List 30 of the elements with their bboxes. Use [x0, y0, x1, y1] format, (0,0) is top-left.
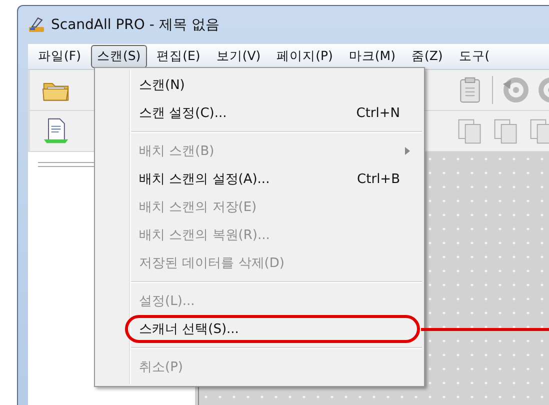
shortcut-label: Ctrl+N	[356, 106, 400, 120]
menu-item-label: 스캔(N)	[139, 77, 185, 94]
menu-item-label: 취소(P)	[139, 359, 183, 376]
menu-item-label: 설정(L)...	[139, 293, 195, 310]
menu-item-label: 배치 스캔(B)	[139, 143, 214, 160]
menu-item-label: 스캔 설정(C)...	[139, 105, 227, 122]
menu-item-label: 배치 스캔의 저장(E)	[139, 199, 257, 216]
menu-item[interactable]: 보기(V)	[210, 45, 267, 68]
menu-item[interactable]: 스캔(S)	[90, 45, 147, 68]
menu-item[interactable]: 스캐너 선택(S)...	[95, 315, 424, 343]
menu-item[interactable]: 마크(M)	[342, 45, 402, 68]
menu-item[interactable]: 배치 스캔의 설정(A)... Ctrl+B	[95, 165, 424, 193]
menu-item-label: 배치 스캔의 복원(R)...	[139, 227, 270, 244]
menu-item[interactable]: 도구(	[452, 45, 496, 68]
menu-item-label: 스캐너 선택(S)...	[139, 321, 239, 338]
submenu-arrow-icon	[405, 147, 410, 155]
undo-icon[interactable]	[501, 76, 529, 104]
menu-item[interactable]: 파일(F)	[32, 45, 87, 68]
documents-icon[interactable]	[528, 117, 549, 145]
menu-item[interactable]: 줌(Z)	[405, 45, 449, 68]
shortcut-label: Ctrl+B	[357, 172, 400, 186]
menu-item[interactable]: 스캔(N)	[95, 71, 424, 99]
menu-item[interactable]: 스캔 설정(C)... Ctrl+N	[95, 99, 424, 127]
menu-item-label: 저장된 데이터를 삭제(D)	[139, 255, 284, 272]
menu-item[interactable]: 편집(E)	[150, 45, 206, 68]
window-title: ScandAll PRO - 제목 없음	[51, 16, 220, 34]
scanner-icon	[28, 16, 46, 34]
document-icon[interactable]	[42, 117, 70, 145]
menu-item-label: 배치 스캔의 설정(A)...	[139, 171, 270, 188]
menu-item[interactable]: 페이지(P)	[270, 45, 339, 68]
